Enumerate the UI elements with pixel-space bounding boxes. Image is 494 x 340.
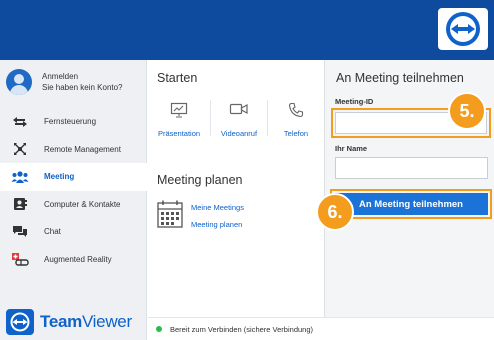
- no-account-label: Sie haben kein Konto?: [42, 83, 123, 92]
- start-section-title: Starten: [157, 71, 198, 85]
- presentation-label: Präsentation: [157, 129, 201, 138]
- sidebar-item-meeting[interactable]: Meeting: [0, 163, 147, 191]
- video-call-label: Videoanruf: [220, 129, 258, 138]
- video-camera-icon: [229, 102, 249, 121]
- augmented-reality-icon: [11, 252, 29, 266]
- step-badge-5: 5.: [448, 92, 486, 130]
- schedule-meeting-link[interactable]: Meeting planen: [191, 216, 244, 233]
- join-section-title: An Meeting teilnehmen: [336, 71, 464, 85]
- name-label: Ihr Name: [335, 144, 368, 153]
- sidebar-item-computer-kontakte[interactable]: Computer & Kontakte: [0, 191, 147, 219]
- account-signin[interactable]: Anmelden Sie haben kein Konto?: [0, 60, 147, 104]
- middle-panel: Starten Präsentation Videoanruf Telefon …: [148, 60, 324, 317]
- start-tiles: Präsentation Videoanruf Telefon: [148, 96, 324, 140]
- meeting-id-label: Meeting-ID: [335, 97, 374, 106]
- sidebar-item-label: Fernsteuerung: [44, 117, 97, 127]
- status-bar: Bereit zum Verbinden (sichere Verbindung…: [148, 317, 494, 340]
- status-text: Bereit zum Verbinden (sichere Verbindung…: [170, 324, 313, 334]
- join-meeting-button[interactable]: An Meeting teilnehmen: [334, 193, 488, 215]
- name-input[interactable]: [335, 157, 488, 179]
- status-indicator-icon: [156, 326, 162, 332]
- step-badge-6: 6.: [316, 193, 354, 231]
- arrows-swap-icon: [11, 115, 29, 129]
- phone-icon: [288, 102, 304, 123]
- sidebar: Anmelden Sie haben kein Konto? Fernsteue…: [0, 60, 147, 340]
- presentation-tile[interactable]: Präsentation: [148, 96, 210, 140]
- teamviewer-brand: TeamViewer: [6, 308, 132, 336]
- brand-name: TeamViewer: [40, 312, 132, 332]
- phone-label: Telefon: [283, 129, 309, 138]
- top-bar: [0, 0, 494, 60]
- account-text: Anmelden Sie haben kein Konto?: [42, 71, 123, 93]
- signin-label: Anmelden: [42, 72, 79, 81]
- plan-block: Meine Meetings Meeting planen: [156, 198, 316, 232]
- plan-links: Meine Meetings Meeting planen: [191, 199, 244, 233]
- sidebar-item-fernsteuerung[interactable]: Fernsteuerung: [0, 108, 147, 136]
- avatar: [6, 69, 32, 95]
- sidebar-item-remote-management[interactable]: Remote Management: [0, 136, 147, 164]
- brand-name-bold: Team: [40, 312, 82, 331]
- contacts-icon: [11, 197, 29, 211]
- brand-name-regular: Viewer: [81, 312, 132, 331]
- chat-bubbles-icon: [11, 225, 29, 239]
- video-call-tile[interactable]: Videoanruf: [211, 96, 267, 140]
- teamviewer-brand-icon: [6, 309, 34, 335]
- phone-tile[interactable]: Telefon: [268, 96, 324, 140]
- sidebar-nav: Fernsteuerung Remote Management Meeting …: [0, 108, 147, 273]
- teamviewer-logo-icon: [438, 8, 488, 50]
- sidebar-item-label: Augmented Reality: [44, 254, 112, 264]
- sidebar-item-label: Remote Management: [44, 144, 121, 154]
- sidebar-item-label: Chat: [44, 227, 61, 237]
- plan-section-title: Meeting planen: [157, 173, 243, 187]
- remote-management-icon: [11, 142, 29, 156]
- sidebar-item-augmented-reality[interactable]: Augmented Reality: [0, 246, 147, 274]
- sidebar-item-label: Computer & Kontakte: [44, 199, 121, 209]
- meeting-people-icon: [11, 170, 29, 184]
- my-meetings-link[interactable]: Meine Meetings: [191, 199, 244, 216]
- join-button-highlight: An Meeting teilnehmen: [330, 189, 492, 219]
- sidebar-item-label: Meeting: [44, 172, 75, 182]
- sidebar-item-chat[interactable]: Chat: [0, 218, 147, 246]
- calendar-icon: [157, 199, 183, 234]
- presentation-icon: [170, 102, 188, 123]
